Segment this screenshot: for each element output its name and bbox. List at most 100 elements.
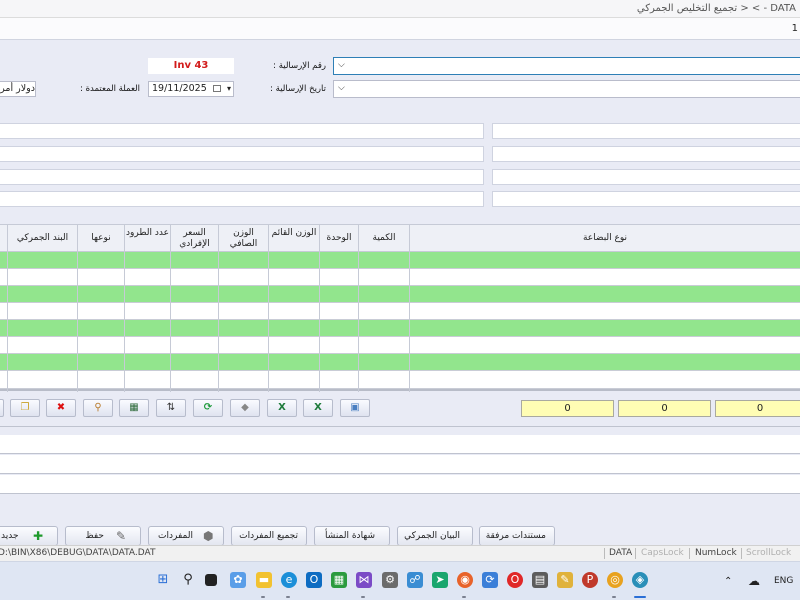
col-customs-item[interactable]: البند الجمركي: [7, 225, 77, 252]
widgets-icon[interactable]: ✿: [230, 572, 246, 588]
new-button[interactable]: ✚ جديد: [0, 526, 58, 546]
scroll-button[interactable]: [0, 399, 4, 417]
shipment-date-picker[interactable]: 19/11/2025 ▾: [148, 81, 234, 97]
cloud-icon[interactable]: ☁: [748, 574, 760, 588]
excel-export-button[interactable]: X: [267, 399, 297, 417]
table-row[interactable]: [0, 303, 800, 320]
firefox-icon[interactable]: ◉: [457, 572, 473, 588]
table-row[interactable]: [0, 354, 800, 371]
currency-label: العملة المعتمدة :: [80, 84, 140, 94]
col-net-weight[interactable]: الوزن الصافي: [218, 225, 268, 252]
table-row[interactable]: [0, 371, 800, 389]
grid-line: [409, 252, 410, 392]
goods-grid[interactable]: البند الجمركي نوعها عدد الطرود السعر الإ…: [0, 224, 800, 392]
task-view-icon[interactable]: [205, 574, 217, 586]
divider: [741, 548, 742, 559]
db-name: DATA: [609, 548, 633, 558]
col-unit[interactable]: الوحدة: [319, 225, 358, 252]
col-type[interactable]: نوعها: [77, 225, 124, 252]
app-icon[interactable]: ✎: [557, 572, 573, 588]
table-row[interactable]: [0, 337, 800, 354]
app-icon[interactable]: ⟳: [482, 572, 498, 588]
chevron-up-icon[interactable]: ⌃: [724, 576, 732, 587]
file-explorer-icon[interactable]: ▬: [256, 572, 272, 588]
detail-field-8[interactable]: [492, 191, 800, 207]
attached-documents-button[interactable]: مستندات مرفقة: [479, 526, 555, 546]
chevron-down-icon[interactable]: ▾: [227, 82, 231, 96]
app-icon[interactable]: ⚙: [382, 572, 398, 588]
divider: [604, 548, 605, 559]
calculator-icon[interactable]: ▤: [532, 572, 548, 588]
outlook-icon[interactable]: O: [306, 572, 322, 588]
exporter-combo[interactable]: ⌵: [333, 80, 800, 98]
chrome-icon[interactable]: ◎: [607, 572, 623, 588]
image-button[interactable]: ▣: [340, 399, 370, 417]
copy-button[interactable]: ❐: [10, 399, 40, 417]
shipment-date-label: تاريخ الإرسالية :: [270, 84, 326, 94]
opera-icon[interactable]: O: [507, 572, 523, 588]
detail-field-4[interactable]: [492, 146, 800, 162]
box-icon: ⬢: [203, 529, 214, 543]
table-row[interactable]: [0, 252, 800, 269]
excel-import-button[interactable]: X: [303, 399, 333, 417]
detail-field-7[interactable]: [0, 191, 484, 207]
app-grid-icon[interactable]: ▦: [331, 572, 347, 588]
detail-field-6[interactable]: [492, 169, 800, 185]
origin-certificate-button[interactable]: شهادة المنشأ: [314, 526, 390, 546]
windows-start-icon[interactable]: ⊞: [155, 572, 171, 588]
running-indicator: [286, 596, 290, 598]
eraser-button[interactable]: ◆: [230, 399, 260, 417]
notes-field-2[interactable]: [0, 455, 800, 473]
table-row[interactable]: [0, 269, 800, 286]
delete-button[interactable]: ✖: [46, 399, 76, 417]
customs-declaration-button[interactable]: البيان الجمركي: [397, 526, 473, 546]
running-indicator: [462, 596, 466, 598]
detail-field-1[interactable]: [0, 123, 484, 139]
table-row[interactable]: [0, 320, 800, 337]
table-row[interactable]: [0, 286, 800, 303]
grid-line: [358, 252, 359, 392]
col-goods-type[interactable]: نوع البضاعة: [409, 225, 800, 252]
calendar-icon[interactable]: [213, 85, 221, 92]
grid-line: [77, 252, 78, 392]
edge-icon[interactable]: e: [281, 572, 297, 588]
grid-header: البند الجمركي نوعها عدد الطرود السعر الإ…: [0, 225, 800, 252]
items-button[interactable]: ⬢ المفردات: [148, 526, 224, 546]
scrolllock-indicator: ScrollLock: [746, 548, 792, 558]
calculator-button[interactable]: ▦: [119, 399, 149, 417]
save-button[interactable]: ✎ حفظ: [65, 526, 141, 546]
language-indicator[interactable]: ENG: [774, 576, 793, 586]
col-packages[interactable]: عدد الطرود: [124, 225, 170, 252]
col-quantity[interactable]: الكمية: [358, 225, 409, 252]
tab-label[interactable]: 1: [792, 23, 798, 34]
active-app-icon[interactable]: ◈: [632, 572, 648, 588]
chevron-down-icon[interactable]: ⌵: [338, 83, 345, 93]
shipment-number-field[interactable]: Inv 43: [148, 58, 234, 74]
visual-studio-icon[interactable]: ⋈: [356, 572, 372, 588]
col-unit-price[interactable]: السعر الإفرادي: [170, 225, 218, 252]
app-icon[interactable]: ☍: [407, 572, 423, 588]
collect-items-label: تجميع المفردات: [239, 531, 298, 541]
notes-field-3[interactable]: [0, 475, 800, 493]
col-gross-weight[interactable]: الوزن القائم: [268, 225, 319, 252]
search-button[interactable]: ⚲: [83, 399, 113, 417]
search-icon[interactable]: ⚲: [180, 572, 196, 588]
eraser-icon: ◆: [241, 402, 249, 413]
detail-field-5[interactable]: [0, 169, 484, 185]
detail-field-2[interactable]: [492, 123, 800, 139]
currency-select[interactable]: دولار أمريكي: [0, 81, 36, 97]
chevron-down-icon[interactable]: ⌵: [338, 60, 345, 70]
grid-line: [170, 252, 171, 392]
customs-declaration-label: البيان الجمركي: [404, 531, 460, 541]
collect-items-button[interactable]: تجميع المفردات: [231, 526, 307, 546]
grid-line: [7, 252, 8, 392]
notes-field-1[interactable]: [0, 435, 800, 453]
importer-combo[interactable]: ⌵: [333, 57, 800, 75]
plus-icon: ✚: [33, 529, 44, 543]
origin-certificate-label: شهادة المنشأ: [325, 531, 375, 541]
detail-field-3[interactable]: [0, 146, 484, 162]
app-icon[interactable]: ➤: [432, 572, 448, 588]
refresh-button[interactable]: ⟳: [193, 399, 223, 417]
app-icon[interactable]: P: [582, 572, 598, 588]
sort-button[interactable]: ⇅: [156, 399, 186, 417]
